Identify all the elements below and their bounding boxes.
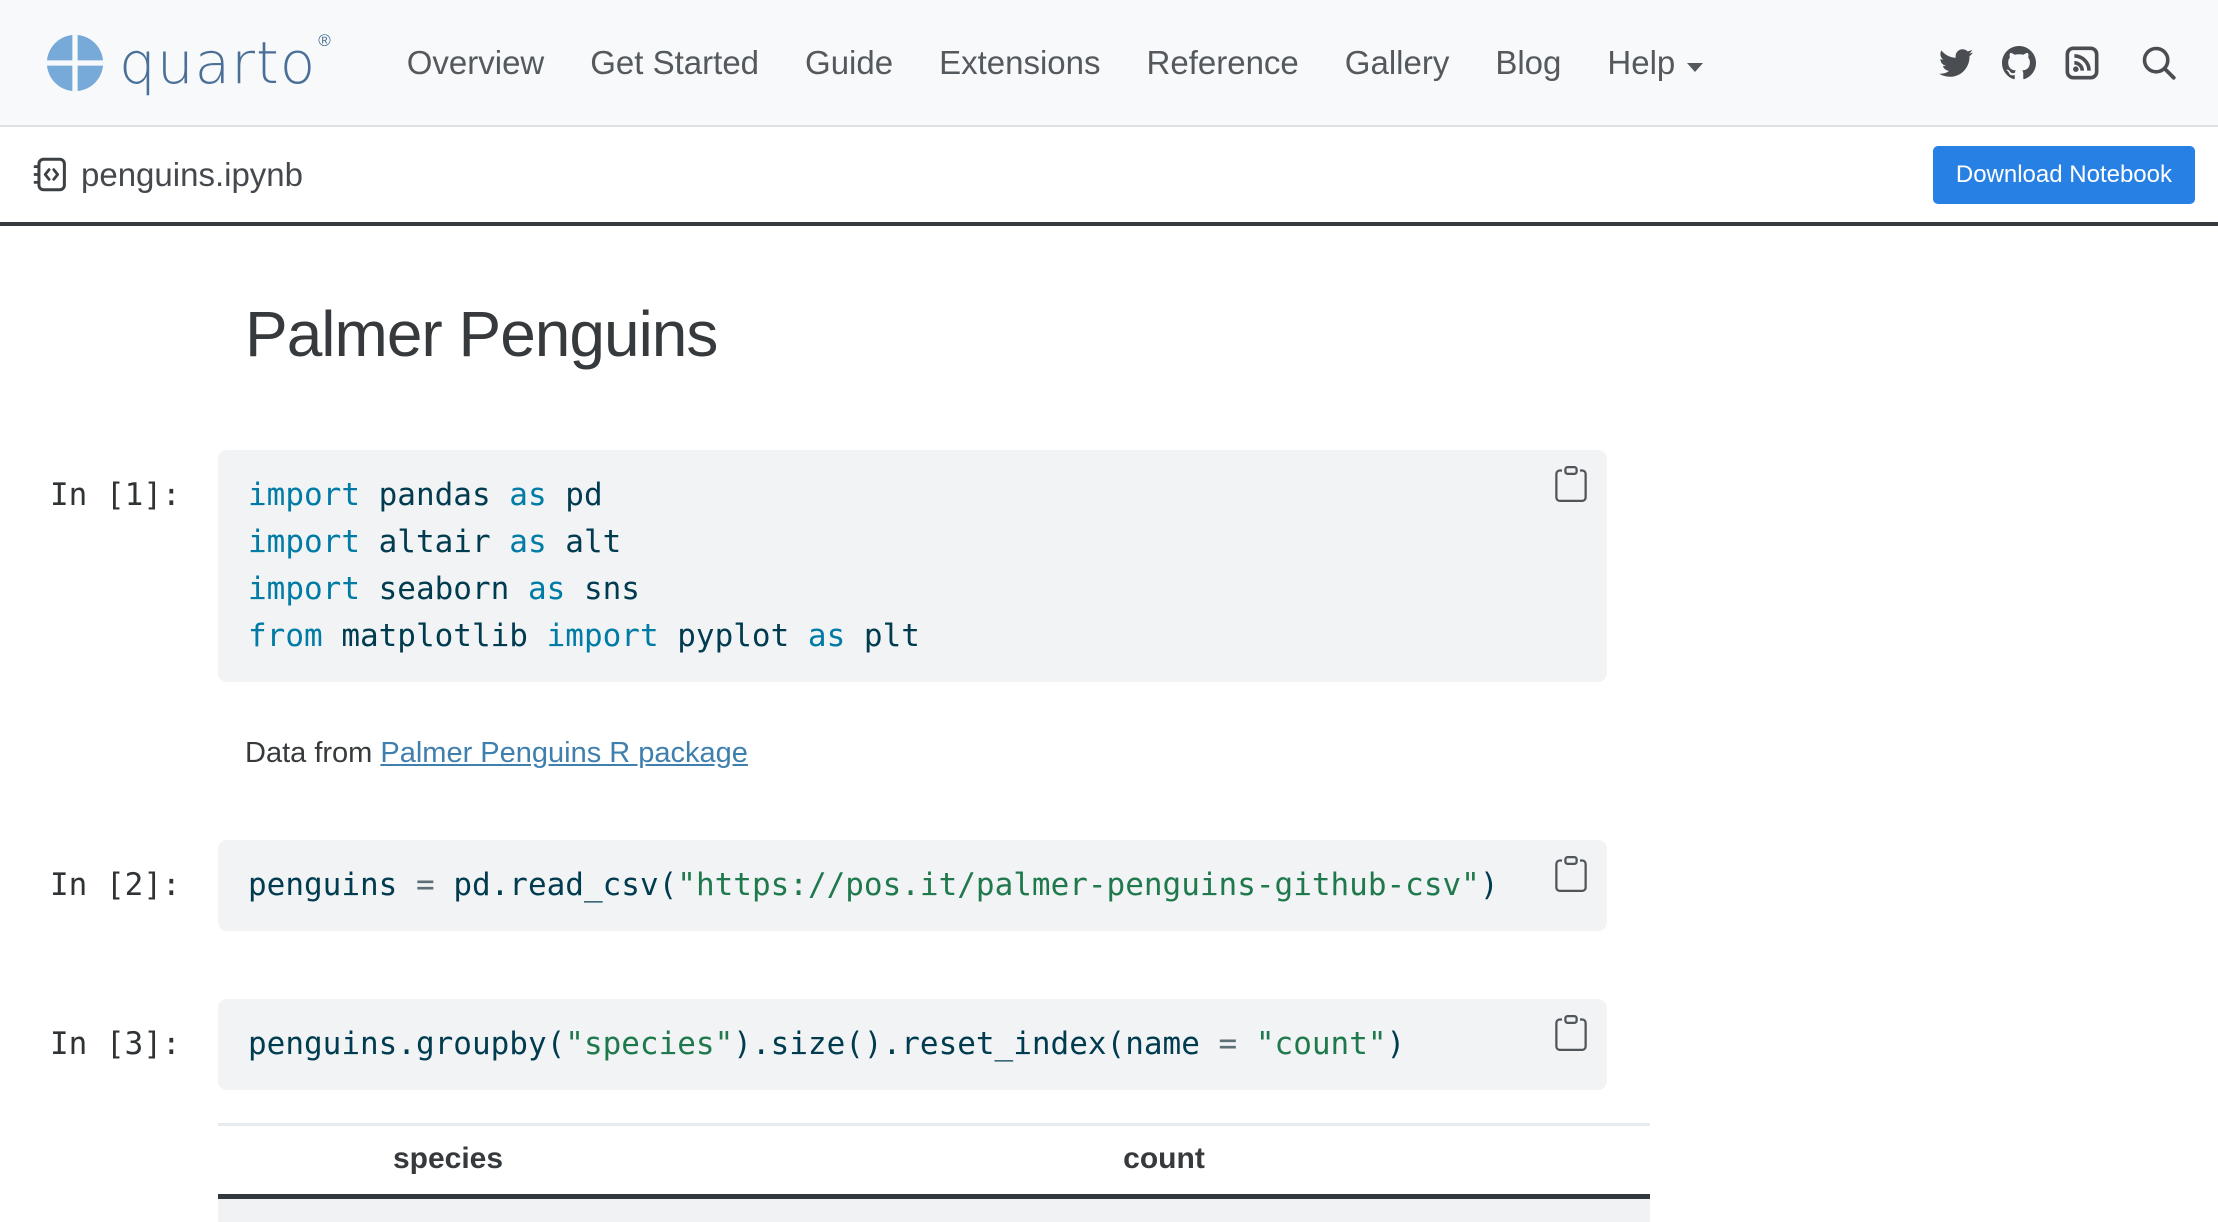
page-title: Palmer Penguins	[245, 296, 2218, 373]
copy-code-button[interactable]	[1553, 856, 1589, 892]
nav-link-reference[interactable]: Reference	[1147, 44, 1299, 82]
quarto-logo-icon	[45, 33, 105, 93]
copy-code-button[interactable]	[1553, 1015, 1589, 1051]
cell-execution-label: In [3]:	[50, 999, 218, 1068]
quarto-logo[interactable]: quarto ®	[45, 33, 329, 93]
column-header-count: count	[678, 1124, 1650, 1196]
column-header-species: species	[218, 1124, 678, 1196]
nav-link-help[interactable]: Help	[1607, 44, 1703, 82]
nav-link-extensions[interactable]: Extensions	[939, 44, 1100, 82]
download-notebook-button[interactable]: Download Notebook	[1933, 146, 2195, 204]
primary-nav: Overview Get Started Guide Extensions Re…	[407, 44, 1704, 82]
dataframe-table: species count	[218, 1123, 1650, 1222]
table-row	[218, 1196, 1650, 1222]
table-header-row: species count	[218, 1124, 1650, 1196]
chevron-down-icon	[1687, 63, 1703, 72]
navbar-tools	[1939, 44, 2178, 82]
nav-link-blog[interactable]: Blog	[1495, 44, 1561, 82]
code-listing: penguins = pd.read_csv("https://pos.it/p…	[248, 862, 1577, 909]
nav-link-get-started[interactable]: Get Started	[590, 44, 759, 82]
markdown-paragraph: Data from Palmer Penguins R package	[245, 734, 2218, 772]
notebook-file-info: penguins.ipynb	[32, 156, 303, 194]
paragraph-text: Data from	[245, 737, 380, 769]
dataframe-output: species count	[218, 1123, 1650, 1222]
cell-execution-label: In [1]:	[50, 450, 218, 519]
code-cell-2: In [2]: penguins = pd.read_csv("https://…	[50, 840, 2218, 931]
cell-execution-label: In [2]:	[50, 840, 218, 909]
code-block: penguins = pd.read_csv("https://pos.it/p…	[218, 840, 1607, 931]
code-cell-1: In [1]: import pandas as pdimport altair…	[50, 450, 2218, 682]
search-icon[interactable]	[2128, 44, 2178, 82]
top-navbar: quarto ® Overview Get Started Guide Exte…	[0, 0, 2218, 127]
nav-link-overview[interactable]: Overview	[407, 44, 545, 82]
page: quarto ® Overview Get Started Guide Exte…	[0, 0, 2218, 1222]
rss-icon[interactable]	[2065, 46, 2099, 80]
github-icon[interactable]	[2002, 46, 2036, 80]
code-listing: penguins.groupby("species").size().reset…	[248, 1021, 1577, 1068]
quarto-wordmark: quarto	[119, 34, 316, 92]
code-listing: import pandas as pdimport altair as alti…	[248, 472, 1577, 660]
nav-link-guide[interactable]: Guide	[805, 44, 893, 82]
code-cell-3: In [3]: penguins.groupby("species").size…	[50, 999, 2218, 1090]
twitter-icon[interactable]	[1939, 46, 1973, 80]
clipboard-icon	[1553, 856, 1589, 892]
palmer-penguins-r-package-link[interactable]: Palmer Penguins R package	[380, 737, 748, 769]
nav-link-help-label: Help	[1607, 44, 1675, 81]
notebook-header: penguins.ipynb Download Notebook	[0, 127, 2218, 226]
notebook-filename: penguins.ipynb	[81, 156, 303, 194]
registered-mark: ®	[318, 31, 331, 51]
journal-code-icon	[32, 156, 69, 193]
notebook-content: Palmer Penguins In [1]: import pandas as…	[0, 296, 2218, 1222]
clipboard-icon	[1553, 466, 1589, 502]
code-block: import pandas as pdimport altair as alti…	[218, 450, 1607, 682]
code-block: penguins.groupby("species").size().reset…	[218, 999, 1607, 1090]
clipboard-icon	[1553, 1015, 1589, 1051]
nav-link-gallery[interactable]: Gallery	[1345, 44, 1450, 82]
copy-code-button[interactable]	[1553, 466, 1589, 502]
